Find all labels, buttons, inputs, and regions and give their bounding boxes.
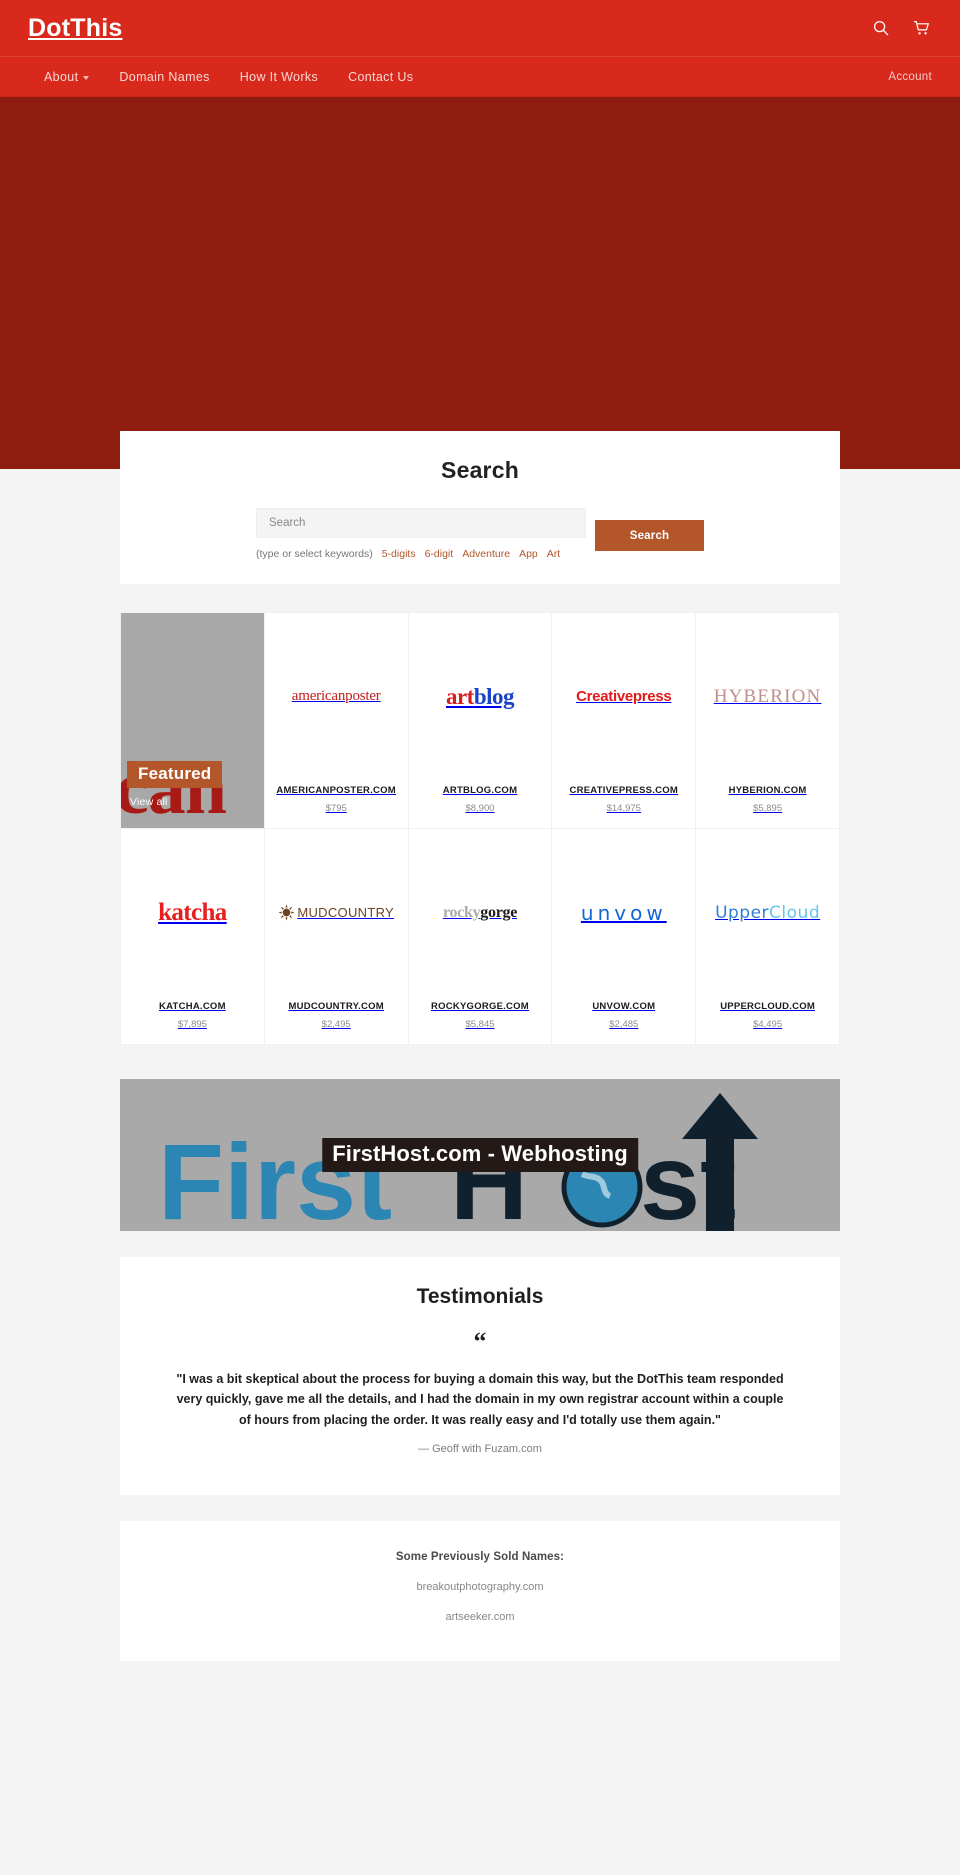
nav-item-contact-us[interactable]: Contact Us (348, 68, 413, 86)
product-card-hyberion[interactable]: HYBERION HYBERION.COM $5,895 (695, 612, 839, 828)
product-grid: can Featured View all americanposter AME… (120, 612, 840, 1045)
nav-item-label: Contact Us (348, 70, 414, 84)
product-meta: CREATIVEPRESS.COM $14,975 (552, 780, 695, 828)
splat-icon (278, 904, 295, 921)
product-meta: ARTBLOG.COM $8,900 (409, 780, 552, 828)
product-logo: Creativepress (576, 688, 672, 705)
product-logo: artblog (445, 683, 515, 709)
quote-icon: “ (473, 1327, 487, 1356)
product-name: UPPERCLOUD.COM (720, 1001, 815, 1012)
cart-icon[interactable] (910, 17, 932, 39)
testimonial-quote: "I was a bit skeptical about the process… (176, 1372, 784, 1427)
product-name: MUDCOUNTRY.COM (288, 1001, 384, 1012)
keyword-link-app[interactable]: App (519, 548, 538, 560)
previously-sold-title: Some Previously Sold Names: (395, 1550, 565, 1563)
featured-collection-tile[interactable]: can Featured View all (120, 612, 264, 828)
keyword-link-adventure[interactable]: Adventure (462, 548, 510, 560)
product-meta: MUDCOUNTRY.COM $2,495 (265, 996, 408, 1044)
search-form: Search (120, 508, 840, 551)
nav-item-label: Domain Names (119, 70, 210, 84)
product-meta: AMERICANPOSTER.COM $795 (265, 780, 408, 828)
featured-view-all-link[interactable]: View all (130, 796, 168, 808)
product-logo: unvow (580, 900, 667, 925)
search-input[interactable] (256, 508, 586, 538)
product-name: KATCHA.COM (159, 1001, 226, 1012)
search-section-title: Search (441, 457, 519, 483)
product-price: $14,975 (606, 803, 641, 814)
product-card-unvow[interactable]: unvow UNVOW.COM $2,485 (551, 828, 696, 1044)
product-card-artblog[interactable]: artblog ARTBLOG.COM $8,900 (407, 612, 552, 828)
product-card-uppercloud[interactable]: UpperCloud UPPERCLOUD.COM $4,495 (695, 828, 839, 1044)
product-logo: americanposter (291, 688, 381, 704)
product-card-rockygorge[interactable]: rockygorge ROCKYGORGE.COM $5,845 (407, 828, 552, 1044)
search-icon[interactable] (870, 17, 892, 39)
product-price: $795 (325, 803, 347, 814)
product-price: $4,495 (753, 1019, 783, 1030)
keyword-suggestion-row: (type or select keywords) 5-digits 6-dig… (120, 539, 840, 560)
nav-item-about[interactable]: About (44, 68, 90, 86)
product-logo: HYBERION (713, 685, 822, 707)
product-price: $8,900 (465, 803, 495, 814)
product-price: $5,895 (753, 803, 783, 814)
product-card-creativepress[interactable]: Creativepress CREATIVEPRESS.COM $14,975 (551, 612, 696, 828)
sold-name-item: breakoutphotography.com (416, 1580, 544, 1593)
keyword-link-art[interactable]: Art (547, 548, 560, 560)
product-meta: KATCHA.COM $7,895 (121, 996, 264, 1044)
product-logo: MUDCOUNTRY (265, 829, 408, 996)
header-icon-group (870, 17, 932, 39)
product-logo: UpperCloud (715, 902, 821, 923)
keyword-link-6-digit[interactable]: 6-digit (425, 548, 454, 560)
keyword-link-5-digits[interactable]: 5-digits (382, 548, 416, 560)
search-submit-button[interactable]: Search (595, 520, 704, 551)
main-navigation: About Domain Names How It Works Contact … (0, 56, 960, 97)
product-name: ROCKYGORGE.COM (431, 1001, 529, 1012)
sold-name-item: artseeker.com (445, 1610, 515, 1623)
site-logo[interactable]: DotThis (28, 15, 122, 41)
chevron-down-icon (83, 76, 90, 80)
product-price: $5,845 (465, 1019, 495, 1030)
product-card-mudcountry[interactable]: MUDCOUNTRY MUDCOUNTRY.COM $2,495 (263, 828, 408, 1044)
keyword-hint: (type or select keywords) (256, 548, 373, 560)
nav-item-label: How It Works (239, 70, 319, 84)
product-name: HYBERION.COM (728, 785, 807, 796)
page-content: Search Search (type or select keywords) … (0, 431, 960, 1661)
promo-banner-label: FirstHost.com - Webhosting (322, 1138, 638, 1172)
product-meta: UPPERCLOUD.COM $4,495 (696, 996, 839, 1044)
testimonials-section: Testimonials “ "I was a bit skeptical ab… (120, 1257, 840, 1495)
product-name: CREATIVEPRESS.COM (569, 785, 679, 796)
product-price: $7,895 (177, 1019, 207, 1030)
product-meta: HYBERION.COM $5,895 (696, 780, 839, 828)
testimonials-title: Testimonials (416, 1285, 544, 1308)
promo-banner-firsthost[interactable]: First H st FirstHost.com - Webhosting (120, 1079, 840, 1231)
product-logo: rockygorge (442, 903, 518, 921)
account-link[interactable]: Account (888, 71, 932, 83)
product-card-katcha[interactable]: katcha KATCHA.COM $7,895 (120, 828, 264, 1044)
product-price: $2,495 (321, 1019, 351, 1030)
nav-item-how-it-works[interactable]: How It Works (240, 68, 318, 86)
previously-sold-section: Some Previously Sold Names: breakoutphot… (120, 1520, 840, 1661)
product-meta: UNVOW.COM $2,485 (552, 996, 695, 1044)
testimonial-author: — Geoff with Fuzam.com (418, 1442, 542, 1455)
product-name: ARTBLOG.COM (442, 785, 518, 796)
product-card-americanposter[interactable]: americanposter AMERICANPOSTER.COM $795 (263, 612, 408, 828)
product-meta: ROCKYGORGE.COM $5,845 (409, 996, 552, 1044)
search-section: Search Search (type or select keywords) … (120, 431, 840, 584)
nav-item-domain-names[interactable]: Domain Names (119, 68, 209, 86)
hero-banner (0, 97, 960, 469)
product-logo: katcha (158, 898, 227, 926)
product-name: UNVOW.COM (592, 1001, 656, 1012)
featured-badge: Featured (127, 761, 223, 788)
nav-item-label: About (44, 70, 79, 84)
nav-link-list: About Domain Names How It Works Contact … (28, 68, 413, 86)
product-name: AMERICANPOSTER.COM (276, 785, 396, 796)
site-header: DotThis (0, 0, 960, 56)
product-price: $2,485 (609, 1019, 639, 1030)
